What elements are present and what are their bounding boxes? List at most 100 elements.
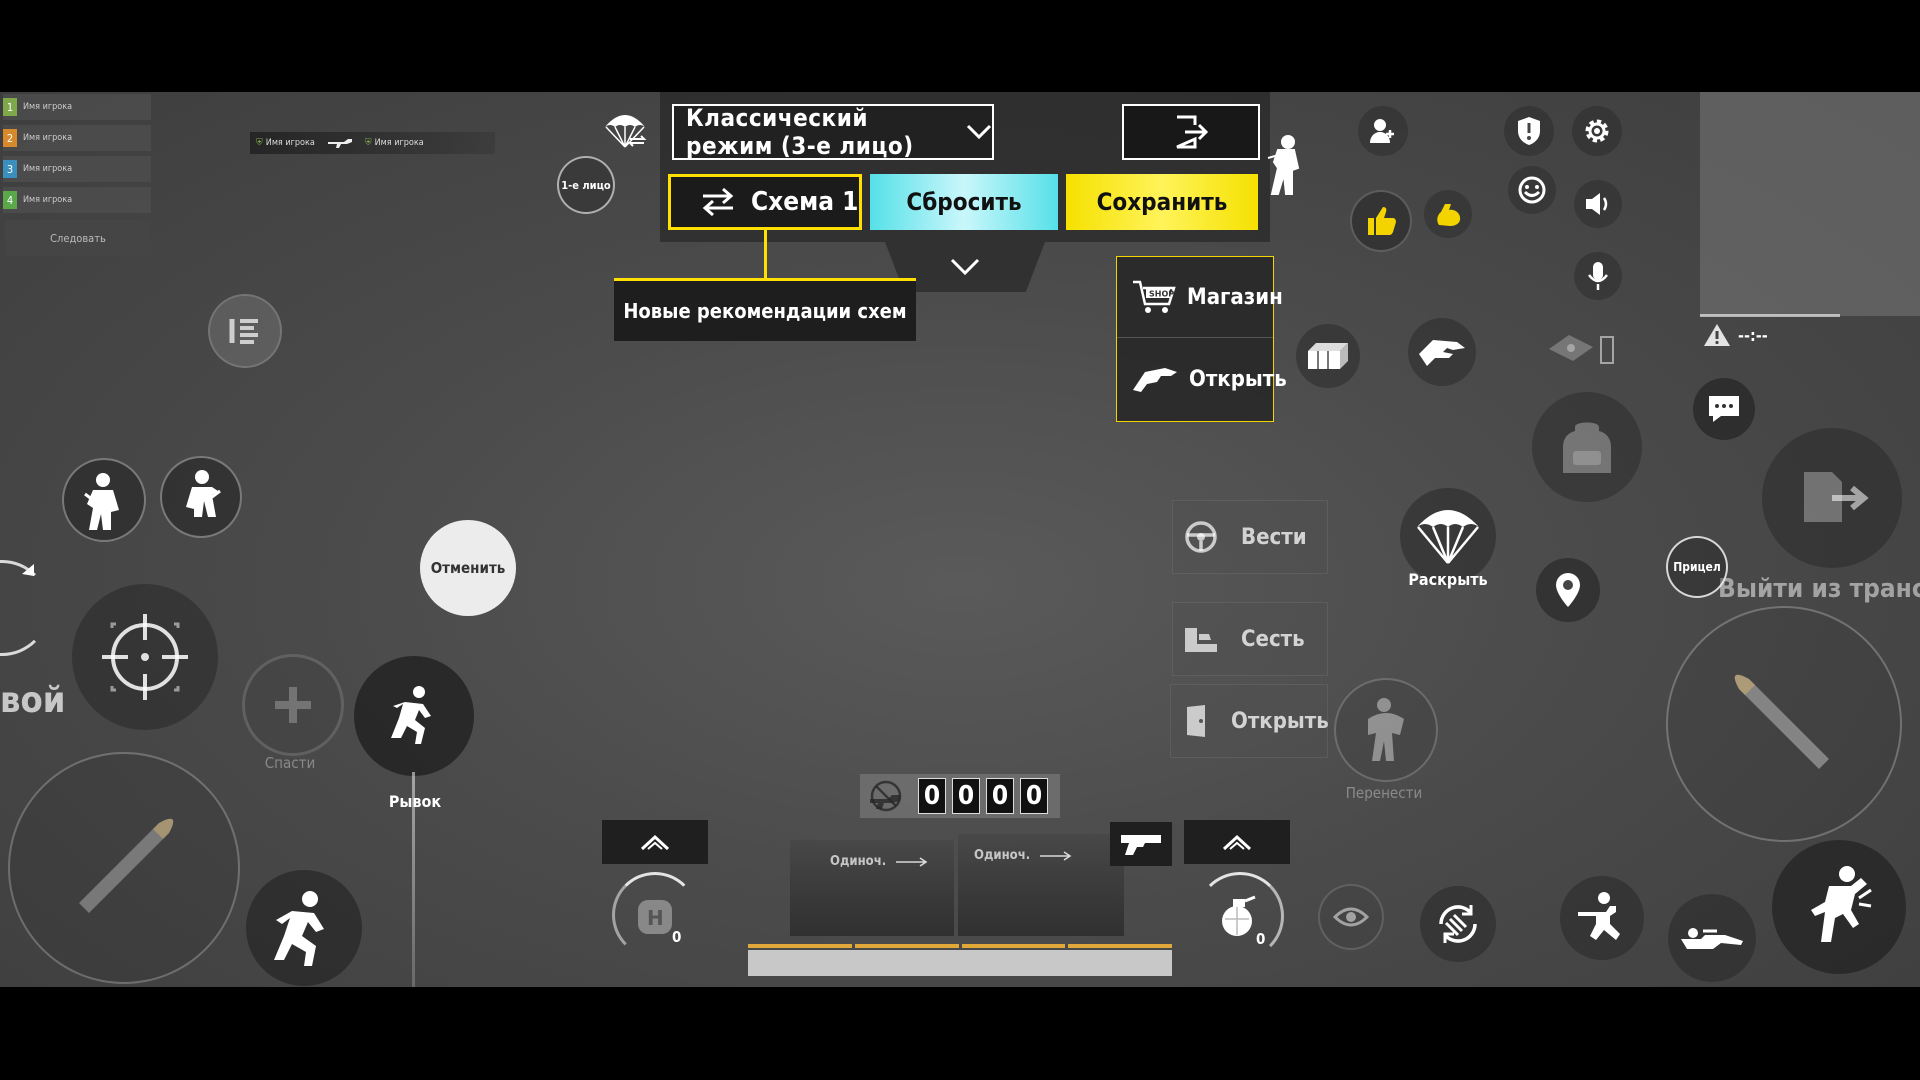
shop-label: Магазин: [1187, 284, 1283, 310]
anticheat-button[interactable]: [1504, 106, 1554, 156]
backpack-icon: [1559, 417, 1615, 477]
scheme-switch-button[interactable]: Схема 1: [668, 174, 862, 230]
reload-bullets-icon: [1433, 899, 1483, 949]
jump-button[interactable]: [1772, 840, 1906, 974]
crate-icon: [1306, 341, 1350, 371]
throwable-left-button[interactable]: H: [612, 872, 698, 958]
settings-button[interactable]: [1572, 106, 1622, 156]
swap-arrows-icon: [701, 187, 735, 217]
left-fire-button[interactable]: [8, 752, 240, 984]
pickup-hand-button[interactable]: [1408, 318, 1476, 386]
chat-button[interactable]: [1693, 378, 1755, 440]
open-hand-icon: [1131, 364, 1179, 394]
open-door-button[interactable]: Открыть: [1170, 684, 1329, 758]
team-member-name: Имя игрока: [23, 195, 73, 205]
team-member-number: 1: [3, 98, 17, 116]
ammo-counter: 0 0 0 0: [860, 774, 1060, 818]
scope-button[interactable]: [72, 584, 218, 730]
kill-feed: ⛨ Имя игрока ⛨ Имя игрока: [250, 132, 495, 154]
weapon-slot-2[interactable]: Одиноч.: [958, 834, 1124, 936]
bullet-icon: [1709, 649, 1859, 799]
aim-label: Прицел: [1673, 560, 1721, 574]
weapon-slot-2-expand[interactable]: [1184, 820, 1290, 864]
view-toggle-button[interactable]: 1-е лицо: [557, 156, 615, 214]
no-ammo-icon: [866, 779, 906, 813]
shield-icon: ⛨: [256, 138, 263, 148]
ammo-digit: 0: [986, 778, 1014, 814]
microphone-button[interactable]: [1574, 252, 1622, 300]
team-member-1[interactable]: 1 Имя игрока: [3, 94, 151, 120]
team-member-3[interactable]: 3 Имя игрока: [3, 156, 151, 182]
backpack-button[interactable]: [1532, 392, 1642, 502]
team-member-name: Имя игрока: [23, 164, 73, 174]
add-friend-button[interactable]: [1358, 106, 1408, 156]
lean-menu-button[interactable]: [208, 294, 282, 368]
crouch-button[interactable]: [1560, 876, 1644, 960]
hand-grab-icon: [1417, 336, 1467, 368]
parachute-icon[interactable]: [597, 106, 653, 154]
soldier-figure-icon: [1258, 132, 1310, 196]
smiley-icon: [1517, 175, 1547, 205]
pistol-icon: [1119, 831, 1163, 857]
reset-button[interactable]: Сбросить: [870, 174, 1058, 230]
warning-timer: --:--: [1738, 325, 1768, 345]
exit-layout-button[interactable]: [1122, 104, 1260, 160]
rescue-label: Спасти: [264, 754, 316, 772]
exit-icon: [1171, 113, 1211, 151]
like-button[interactable]: [1350, 190, 1412, 252]
peek-right-button[interactable]: [160, 456, 242, 538]
team-member-4[interactable]: 4 Имя игрока: [3, 187, 151, 213]
prone-button[interactable]: [1668, 894, 1756, 982]
parachute-icon: [1413, 503, 1483, 569]
carry-button[interactable]: [1334, 678, 1438, 782]
bullet-icon: [49, 793, 199, 943]
seat-icon: [1183, 624, 1219, 654]
save-button[interactable]: Сохранить: [1066, 174, 1258, 230]
minimap[interactable]: [1700, 92, 1920, 316]
weapon-slot-1[interactable]: Одиноч.: [790, 840, 954, 936]
map-pin-icon: [1553, 571, 1583, 609]
sit-button[interactable]: Сесть: [1172, 602, 1328, 676]
emote-button[interactable]: [1508, 166, 1556, 214]
shop-side-menu: SHOP Магазин Открыть: [1116, 256, 1287, 422]
follow-button[interactable]: Следовать: [5, 220, 151, 256]
health-bar-top: [748, 944, 1172, 948]
dash-button[interactable]: [354, 656, 474, 776]
right-fire-button[interactable]: [1666, 606, 1902, 842]
reload-button[interactable]: [1420, 886, 1496, 962]
weapon-slot-1-expand[interactable]: [602, 820, 708, 864]
fire-mode-label: Одиноч.: [974, 848, 1031, 863]
double-chevron-up-icon: [1220, 831, 1254, 853]
carry-label: Перенести: [1345, 784, 1423, 802]
rescue-button[interactable]: [242, 654, 344, 756]
jumping-man-icon: [1801, 864, 1877, 950]
health-bar: [748, 950, 1172, 976]
throwable-right-count: 0: [1256, 930, 1266, 948]
free-look-button[interactable]: [1318, 884, 1384, 950]
open-crate-button[interactable]: Открыть: [1117, 338, 1287, 420]
fire-mode-arrow-icon: [1038, 850, 1074, 861]
plus-icon: [271, 683, 315, 727]
exit-vehicle-button[interactable]: [1762, 428, 1902, 568]
ammo-digit: 0: [1020, 778, 1048, 814]
cancel-button[interactable]: Отменить: [420, 520, 516, 616]
sprint-button[interactable]: [246, 870, 362, 986]
fire-mode-arrow-icon: [894, 856, 930, 867]
mode-select[interactable]: Классический режим (3-е лицо): [672, 104, 994, 160]
aim-button[interactable]: Прицел: [1666, 536, 1728, 598]
speaker-icon: [1583, 190, 1613, 218]
shop-button[interactable]: SHOP Магазин: [1117, 257, 1283, 338]
dash-runner-icon: [387, 684, 441, 748]
crate-button[interactable]: [1296, 324, 1360, 388]
scheme-recommendation-tooltip[interactable]: Новые рекомендации схем: [614, 281, 916, 341]
throwable-right-button[interactable]: [1196, 872, 1284, 960]
team-member-2[interactable]: 2 Имя игрока: [3, 125, 151, 151]
open-door-label: Открыть: [1231, 708, 1329, 734]
pistol-slot[interactable]: [1110, 822, 1172, 866]
speaker-button[interactable]: [1574, 180, 1622, 228]
killer-name: Имя игрока: [265, 138, 315, 148]
cheer-button[interactable]: [1424, 190, 1472, 238]
drive-button[interactable]: Вести: [1172, 500, 1328, 574]
map-marker-button[interactable]: [1536, 558, 1600, 622]
peek-left-button[interactable]: [62, 458, 146, 542]
